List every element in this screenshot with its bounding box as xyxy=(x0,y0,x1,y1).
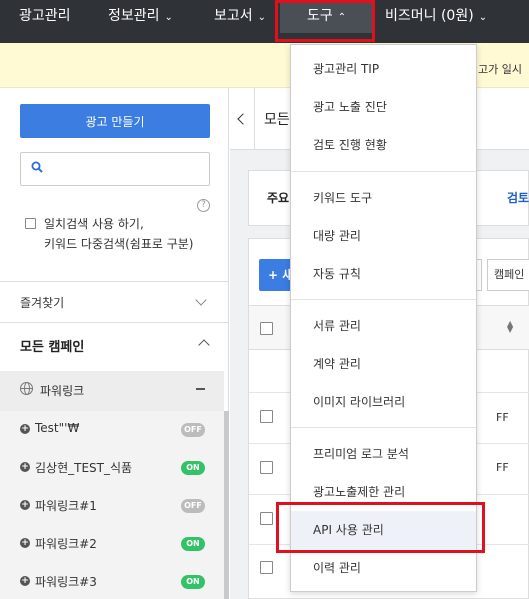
row-checkbox[interactable] xyxy=(260,410,273,423)
menu-item-premium-log[interactable]: 프리미엄 로그 분석 xyxy=(291,435,476,473)
nav-info-management[interactable]: 정보관리 ⌄ xyxy=(108,0,173,33)
campaign-name: 김상현_TEST_식품 xyxy=(35,461,133,475)
status-badge[interactable]: OFF xyxy=(181,499,205,513)
campaign-item[interactable]: + 파워링크#2 ON xyxy=(0,525,224,563)
nav-label: 정보관리 xyxy=(108,8,160,24)
row-checkbox[interactable] xyxy=(260,561,273,574)
menu-divider xyxy=(291,171,476,172)
status-badge[interactable]: ON xyxy=(181,537,205,551)
campaign-name: 파워링크#1 xyxy=(35,499,97,513)
menu-item-auto-rules[interactable]: 자동 규칙 xyxy=(291,255,476,293)
collapse-icon[interactable] xyxy=(196,388,205,390)
sort-icon[interactable]: ▲ ▼ xyxy=(507,320,513,334)
all-campaigns-row[interactable]: 모든 캠페인 xyxy=(0,323,229,365)
exact-match-checkbox[interactable] xyxy=(25,218,36,229)
chevron-left-icon[interactable] xyxy=(237,113,249,125)
page-title: 모든 xyxy=(264,112,290,128)
exact-match-label: 일치검색 사용 하기, 키워드 다중검색(쉼표로 구분) xyxy=(44,214,193,254)
menu-item-document-management[interactable]: 서류 관리 xyxy=(291,307,476,345)
expand-icon[interactable]: + xyxy=(20,538,30,548)
campaign-item[interactable]: + 파워링크#1 OFF xyxy=(0,487,224,525)
row-checkbox[interactable] xyxy=(260,461,273,474)
nav-label: 광고관리 xyxy=(19,8,71,24)
chevron-down-icon: ⌄ xyxy=(257,12,267,23)
globe-icon xyxy=(20,382,33,395)
divider xyxy=(254,88,255,150)
select-all-checkbox[interactable] xyxy=(260,322,273,335)
expand-icon[interactable]: + xyxy=(20,424,30,434)
status-badge[interactable]: OFF xyxy=(181,423,205,437)
chevron-up-icon xyxy=(198,339,210,351)
campaign-item[interactable]: + 파워링크#3 ON xyxy=(0,563,224,599)
campaign-filter-button[interactable]: 캠페인 xyxy=(487,259,529,291)
row-status-text: FF xyxy=(496,461,509,474)
notice-text: 고가 일시 xyxy=(478,63,522,76)
top-nav: 광고관리 정보관리 ⌄ 보고서 ⌄ 도구 ⌃ 비즈머니 (0원) ⌄ xyxy=(0,0,529,43)
nav-bizmoney[interactable]: 비즈머니 (0원) ⌄ xyxy=(385,0,487,33)
expand-icon[interactable]: + xyxy=(20,462,30,472)
review-link[interactable]: 검토 xyxy=(507,189,529,206)
menu-item-bulk-management[interactable]: 대량 관리 xyxy=(291,217,476,255)
expand-icon[interactable]: + xyxy=(20,576,30,586)
nav-ad-management[interactable]: 광고관리 xyxy=(19,0,71,33)
campaign-item[interactable]: + 김상현_TEST_식품 ON xyxy=(0,449,224,487)
chevron-down-icon xyxy=(195,294,207,306)
exact-match-label-line1: 일치검색 사용 하기, xyxy=(44,217,144,231)
exact-match-label-line2: 키워드 다중검색(쉼표로 구분) xyxy=(44,237,194,251)
search-box[interactable] xyxy=(20,152,210,186)
menu-item-exposure-diagnosis[interactable]: 광고 노출 진단 xyxy=(291,88,476,126)
help-icon[interactable]: ? xyxy=(197,199,210,212)
highlight-box-api xyxy=(276,502,485,553)
favorites-label: 즐겨찾기 xyxy=(20,296,65,310)
campaign-name: 파워링크#2 xyxy=(35,537,97,551)
campaign-name: 파워링크#3 xyxy=(35,575,97,589)
sidebar-scrollbar[interactable] xyxy=(224,411,229,599)
highlight-box-tools xyxy=(275,0,375,42)
chevron-down-icon: ⌄ xyxy=(478,12,488,23)
menu-item-history[interactable]: 이력 관리 xyxy=(291,549,476,587)
favorites-row[interactable]: 즐겨찾기 xyxy=(0,282,229,322)
menu-item-ad-tip[interactable]: 광고관리 TIP xyxy=(291,50,476,88)
powerlink-label: 파워링크 xyxy=(40,384,85,398)
menu-item-image-library[interactable]: 이미지 라이브러리 xyxy=(291,383,476,421)
chevron-down-icon: ⌄ xyxy=(164,12,173,23)
nav-reports[interactable]: 보고서 ⌄ xyxy=(214,0,266,33)
campaign-name: Test"'₩ xyxy=(35,421,80,435)
all-campaigns-label: 모든 캠페인 xyxy=(20,340,85,355)
search-icon xyxy=(31,161,43,173)
status-badge[interactable]: ON xyxy=(181,575,205,589)
nav-label: 비즈머니 (0원) xyxy=(385,8,474,24)
row-checkbox[interactable] xyxy=(260,512,273,525)
row-status-text: FF xyxy=(496,411,509,424)
powerlink-group-row[interactable]: 파워링크 xyxy=(0,371,224,411)
menu-item-keyword-tool[interactable]: 키워드 도구 xyxy=(291,179,476,217)
campaign-item[interactable]: + Test"'₩ OFF xyxy=(0,411,224,449)
sidebar: 광고 만들기 ? 일치검색 사용 하기, 키워드 다중검색(쉼표로 구분) 즐겨… xyxy=(0,88,229,599)
expand-icon[interactable]: + xyxy=(20,500,30,510)
menu-divider xyxy=(291,299,476,300)
summary-label: 주요 xyxy=(267,191,290,205)
nav-label: 보고서 xyxy=(214,8,253,24)
status-badge[interactable]: ON xyxy=(181,461,205,475)
menu-divider xyxy=(291,427,476,428)
menu-item-contract-management[interactable]: 계약 관리 xyxy=(291,345,476,383)
menu-item-review-status[interactable]: 검토 진행 현황 xyxy=(291,126,476,164)
create-ad-button[interactable]: 광고 만들기 xyxy=(20,104,210,138)
search-input[interactable] xyxy=(53,159,203,179)
